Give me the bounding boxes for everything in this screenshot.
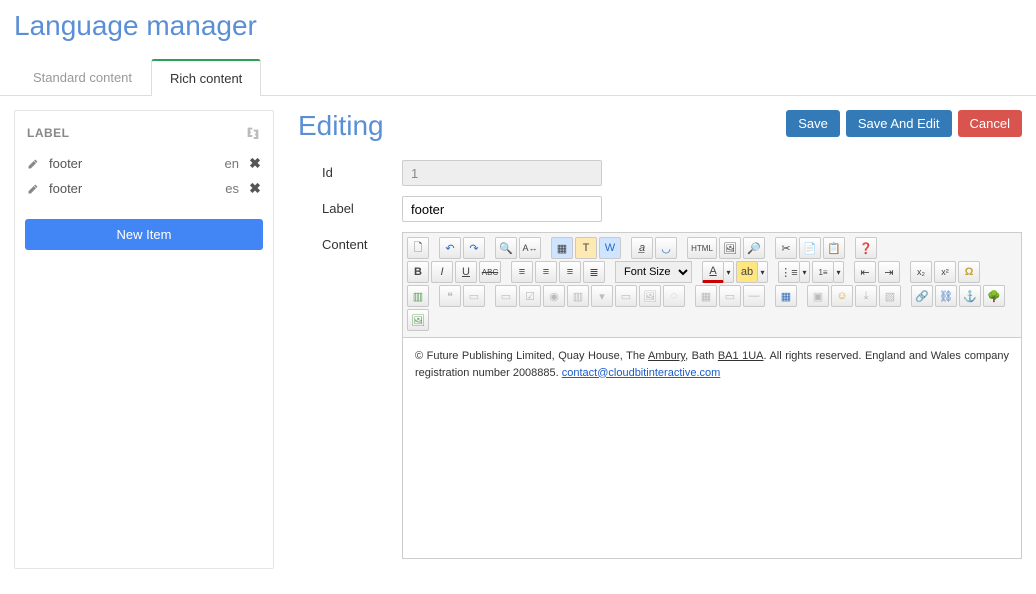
editor-title: Editing — [298, 110, 384, 142]
edit-icon[interactable] — [27, 183, 39, 195]
edit-icon[interactable] — [27, 158, 39, 170]
link-icon[interactable]: 🔗 — [911, 285, 933, 307]
sidebar: LABEL footer en ✖ footer es ✖ New Item — [14, 110, 274, 569]
smiley-icon[interactable]: ☺ — [831, 285, 853, 307]
translate-icon[interactable] — [245, 125, 261, 141]
preview-icon[interactable]: 🔎 — [743, 237, 765, 259]
cancel-button[interactable]: Cancel — [958, 110, 1022, 137]
bold-icon[interactable]: B — [407, 261, 429, 283]
iframe-icon[interactable]: ▣ — [807, 285, 829, 307]
anchor-icon[interactable]: ⚓ — [959, 285, 981, 307]
id-label: Id — [322, 160, 402, 180]
select-icon[interactable]: ▾ — [591, 285, 613, 307]
special-char-icon[interactable]: Ω — [958, 261, 980, 283]
table-icon[interactable]: ▦ — [775, 285, 797, 307]
pagebreak-icon[interactable]: ⤓ — [855, 285, 877, 307]
imagebutton-icon[interactable]: 🖼 — [639, 285, 661, 307]
delete-icon[interactable]: ✖ — [249, 180, 261, 197]
image-icon[interactable]: 🖼 — [719, 237, 741, 259]
save-and-edit-button[interactable]: Save And Edit — [846, 110, 952, 137]
list-item: footer es ✖ — [25, 176, 263, 201]
remove-format-icon[interactable]: ◡ — [655, 237, 677, 259]
save-button[interactable]: Save — [786, 110, 840, 137]
source-icon[interactable]: HTML — [687, 237, 717, 259]
superscript-icon[interactable]: x² — [934, 261, 956, 283]
sidebar-header: LABEL — [27, 126, 70, 140]
tab-rich-content[interactable]: Rich content — [151, 59, 261, 96]
help-icon[interactable]: ❓ — [855, 237, 877, 259]
page-title: Language manager — [0, 0, 1036, 48]
checkbox-icon[interactable]: ☑ — [519, 285, 541, 307]
outdent-icon[interactable]: ⇤ — [854, 261, 876, 283]
item-lang: es — [211, 181, 239, 196]
paste-word-icon[interactable]: W — [599, 237, 621, 259]
templates-icon[interactable]: ▥ — [407, 285, 429, 307]
bullet-list-icon[interactable]: ⋮≡ — [778, 261, 800, 283]
media-icon[interactable]: 🌳 — [983, 285, 1005, 307]
div-icon[interactable]: ▭ — [463, 285, 485, 307]
tab-standard-content[interactable]: Standard content — [14, 59, 151, 96]
rte-toolbar: 🗋 ↶ ↷ 🔍 A↔ ▦ T W a̲ ◡ — [403, 233, 1021, 338]
undo-icon[interactable]: ↶ — [439, 237, 461, 259]
spellcheck-icon[interactable]: a̲ — [631, 237, 653, 259]
button-form-icon[interactable]: ▭ — [615, 285, 637, 307]
text-color-dropdown[interactable]: ▾ — [724, 261, 734, 283]
bullet-dropdown[interactable]: ▾ — [800, 261, 810, 283]
number-list-icon[interactable]: 1≡ — [812, 261, 834, 283]
unlink-icon[interactable]: ⛓ — [935, 285, 957, 307]
subscript-icon[interactable]: x₂ — [910, 261, 932, 283]
select-all-icon[interactable]: ▦ — [551, 237, 573, 259]
textfield-icon[interactable]: ▭ — [495, 285, 517, 307]
underline-icon[interactable]: U — [455, 261, 477, 283]
list-item: footer en ✖ — [25, 151, 263, 176]
label-label: Label — [322, 196, 402, 216]
flash-icon[interactable]: ▭ — [719, 285, 741, 307]
item-label: footer — [49, 181, 211, 196]
number-dropdown[interactable]: ▾ — [834, 261, 844, 283]
tab-bar: Standard content Rich content — [0, 58, 1036, 96]
bg-color-dropdown[interactable]: ▾ — [758, 261, 768, 283]
text-color-icon[interactable]: A — [702, 261, 724, 283]
label-input[interactable] — [402, 196, 602, 222]
find-icon[interactable]: 🔍 — [495, 237, 517, 259]
bg-color-icon[interactable]: ab — [736, 261, 758, 283]
embed-icon[interactable]: 🖼 — [407, 309, 429, 331]
textarea-icon[interactable]: ▥ — [567, 285, 589, 307]
delete-icon[interactable]: ✖ — [249, 155, 261, 172]
align-left-icon[interactable]: ≡ — [511, 261, 533, 283]
quote-icon[interactable]: ❝ — [439, 285, 461, 307]
align-right-icon[interactable]: ≡ — [559, 261, 581, 283]
radio-icon[interactable]: ◉ — [543, 285, 565, 307]
align-center-icon[interactable]: ≡ — [535, 261, 557, 283]
copy-icon[interactable]: 📄 — [799, 237, 821, 259]
rich-text-editor: 🗋 ↶ ↷ 🔍 A↔ ▦ T W a̲ ◡ — [402, 232, 1022, 559]
paste-text-icon[interactable]: T — [575, 237, 597, 259]
hr-icon[interactable]: — — [743, 285, 765, 307]
contact-email-link[interactable]: contact@cloudbitinteractive.com — [562, 367, 721, 379]
id-input — [402, 160, 602, 186]
new-page-icon[interactable]: 🗋 — [407, 237, 429, 259]
content-label: Content — [322, 232, 402, 252]
item-label: footer — [49, 156, 211, 171]
replace-icon[interactable]: A↔ — [519, 237, 541, 259]
cut-icon[interactable]: ✂ — [775, 237, 797, 259]
strike-icon[interactable]: ABC — [479, 261, 501, 283]
redo-icon[interactable]: ↷ — [463, 237, 485, 259]
justify-icon[interactable]: ≣ — [583, 261, 605, 283]
font-size-select[interactable]: Font Size — [615, 261, 692, 283]
showblocks-icon[interactable]: ▧ — [879, 285, 901, 307]
content-area[interactable]: © Future Publishing Limited, Quay House,… — [403, 338, 1021, 558]
item-lang: en — [211, 156, 239, 171]
editor-panel: Editing Save Save And Edit Cancel Id Lab… — [298, 110, 1022, 569]
new-item-button[interactable]: New Item — [25, 219, 263, 250]
form-icon[interactable]: ▦ — [695, 285, 717, 307]
hidden-icon[interactable]: ◌ — [663, 285, 685, 307]
paste-icon[interactable]: 📋 — [823, 237, 845, 259]
indent-icon[interactable]: ⇥ — [878, 261, 900, 283]
italic-icon[interactable]: I — [431, 261, 453, 283]
